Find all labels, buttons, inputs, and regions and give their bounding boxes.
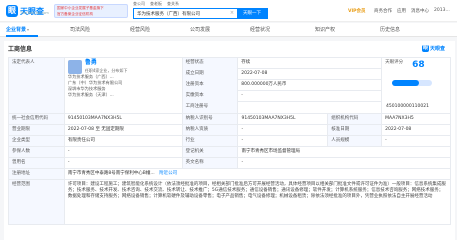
found-date-label: 成立日期 [182,69,239,80]
watermark-text: 天眼查 [430,46,446,52]
status-value: 存续 [241,60,251,65]
paid-capital-label: 实缴资本 [182,91,239,102]
tab-operating-risk[interactable]: 经营风险 [130,26,150,33]
clear-icon[interactable]: × [227,9,237,18]
reg-no-label: 工商注册号 [182,102,239,113]
score-bar [392,80,433,86]
paid-capital-value: - [241,93,243,98]
legal-rep-companies: 华为技术服务（广西）... 广东（中）华为技术有限公司 深圳市华为技术服务 华为… [68,74,179,98]
nav-user[interactable]: 2013... [434,8,450,14]
address-cell: 南宁市青秀区中泰路8号南宁保利中心B幢... 附近公司 [65,169,451,179]
credit-code-value: 91450103MAA7NX3H5L [65,114,183,124]
term-value: 2022-07-08 至 无固定期限 [65,125,183,135]
company-type-label: 企业类型 [9,136,65,146]
address-label: 注册地址 [9,169,65,179]
address-value: 南宁市青秀区中泰路8号南宁保利中心B幢... [67,171,155,176]
insured-label: 参保人数 [9,147,65,157]
tab-judicial-risk[interactable]: 司法风险 [70,26,90,33]
tab-background[interactable]: 企业背景▾ [6,26,29,33]
en-name-label: 英文名称 [182,158,239,168]
tab-label: 企业背景 [6,27,27,33]
business-info-panel: 工商信息 眼 天眼查 法定代表人 鲁勇 任职4家企业，分布如下 华为技术服务（广… [4,41,455,240]
taxpayer-id-value: 91450103MAA7NX3H5L [238,114,329,124]
reg-no-value: 450100000110021 [386,104,429,109]
nearby-companies-link[interactable]: 附近公司 [159,171,177,176]
table-row: 企业类型 有限责任公司 行业 - 人员规模 - [9,136,451,147]
en-name-value: - [238,158,451,168]
company-type-value: 有限责任公司 [65,136,183,146]
reg-capital-value: 800.000000万人民币 [241,82,287,87]
logo-mark-icon: 眼 [422,45,429,52]
legal-rep-name[interactable]: 鲁勇 [85,60,128,66]
business-info-table: 法定代表人 鲁勇 任职4家企业，分布如下 华为技术服务（广西）... 广东（中）… [8,57,451,225]
table-row: 注册地址 南宁市青秀区中泰路8号南宁保利中心B幢... 附近公司 [9,169,451,180]
active-tab-indicator [6,35,38,37]
found-date-value: 2022-07-08 [241,71,268,76]
search-type-tabs: 查公司 查老板 查关系 [133,1,179,7]
former-name-label: 曾用名 [9,158,65,168]
taxpayer-qual-label: 纳税人资质 [182,125,239,135]
credit-code-label: 统一社会信用代码 [9,114,65,124]
right-nav: 商务合作 应用 消息中心 2013... [374,8,450,14]
status-label: 经营状态 [182,58,239,69]
former-name-value: - [65,158,183,168]
tab-operating-status[interactable]: 经营状况 [250,26,270,33]
table-row: 法定代表人 鲁勇 任职4家企业，分布如下 华为技术服务（广西）... 广东（中）… [9,58,451,114]
search-button[interactable]: 天眼一下 [237,9,267,18]
approval-date-label: 核准日期 [328,125,383,135]
nav-business[interactable]: 商务合作 [374,8,392,14]
status-subgrid: 经营状态 存续 成立日期 2022-07-08 注册资本 800.000000万… [182,58,383,113]
org-code-value: MAA7NX3H5 [382,114,451,124]
promo-banner[interactable]: 国家中小企业发展子基金旗下 官方备案企业征信机构 [54,4,128,18]
staff-label: 人员规模 [328,136,383,146]
industry-label: 行业 [182,136,239,146]
table-row: 参保人数 - 登记机关 南宁市青秀区市场监督管理局 [9,147,451,158]
search-box: × 天眼一下 [133,8,268,19]
avatar[interactable] [67,60,82,74]
scope-value: 许可项目：建设工程施工；建筑智能化系统设计（依法须经批准的项目，经相关部门批准后… [65,180,451,224]
logo-mark-icon: 眼 [6,5,18,17]
industry-value: - [238,136,329,146]
section-tabs: 企业背景▾ 司法风险 经营风险 公司发展 经营状况 知识产权 历史信息 [0,23,457,37]
table-row: 统一社会信用代码 91450103MAA7NX3H5L 纳税人识别号 91450… [9,114,451,125]
search-tab-company[interactable]: 查公司 [133,1,145,7]
table-row: 营业期限 2022-07-08 至 无固定期限 纳税人资质 - 核准日期 202… [9,125,451,136]
watermark-logo: 眼 天眼查 [422,45,445,52]
list-item[interactable]: 华为技术服务（天津）... [68,92,179,98]
top-bar: 眼 天眼查 TianYanCha.com 国家中小企业发展子基金旗下 官方备案企… [0,0,457,22]
authority-value: 南宁市青秀区市场监督管理局 [238,147,451,157]
nav-apps[interactable]: 应用 [397,8,406,14]
org-code-label: 组织机构代码 [328,114,383,124]
insured-value: - [65,147,183,157]
nav-messages[interactable]: 消息中心 [411,8,429,14]
search-input[interactable] [134,9,227,18]
table-row: 经营范围 许可项目：建设工程施工；建筑智能化系统设计（依法须经批准的项目，经相关… [9,180,451,225]
score-bar-fill [392,80,420,86]
legal-rep-cell: 鲁勇 任职4家企业，分布如下 华为技术服务（广西）... 广东（中）华为技术有限… [65,58,183,113]
scope-label: 经营范围 [9,180,65,224]
score-value: 68 [412,60,425,70]
table-row: 曾用名 - 英文名称 - [9,158,451,169]
score-cell: 天眼评分 68 450100000110021 [382,58,451,113]
legal-rep-block: 鲁勇 任职4家企业，分布如下 [67,60,179,74]
taxpayer-qual-value: - [238,125,329,135]
section-title: 工商信息 [8,46,33,53]
promo-line: 官方备案企业征信机构 [57,11,93,16]
taxpayer-id-label: 纳税人识别号 [182,114,239,124]
reg-no-spacer [238,102,381,113]
term-label: 营业期限 [9,125,65,135]
authority-label: 登记机关 [182,147,239,157]
chevron-down-icon: ▾ [27,27,30,32]
tab-ip[interactable]: 知识产权 [315,26,335,33]
legal-rep-label: 法定代表人 [9,58,65,113]
tab-development[interactable]: 公司发展 [190,26,210,33]
tab-history[interactable]: 历史信息 [380,26,400,33]
vip-link[interactable]: VIP会员 [348,8,365,14]
staff-value: - [382,136,451,146]
approval-date-value: 2022-07-08 [382,125,451,135]
reg-capital-label: 注册资本 [182,80,239,91]
search-tab-boss[interactable]: 查老板 [150,1,162,7]
logo-subtitle: TianYanCha.com [20,11,49,15]
search-tab-relation[interactable]: 查关系 [167,1,179,7]
